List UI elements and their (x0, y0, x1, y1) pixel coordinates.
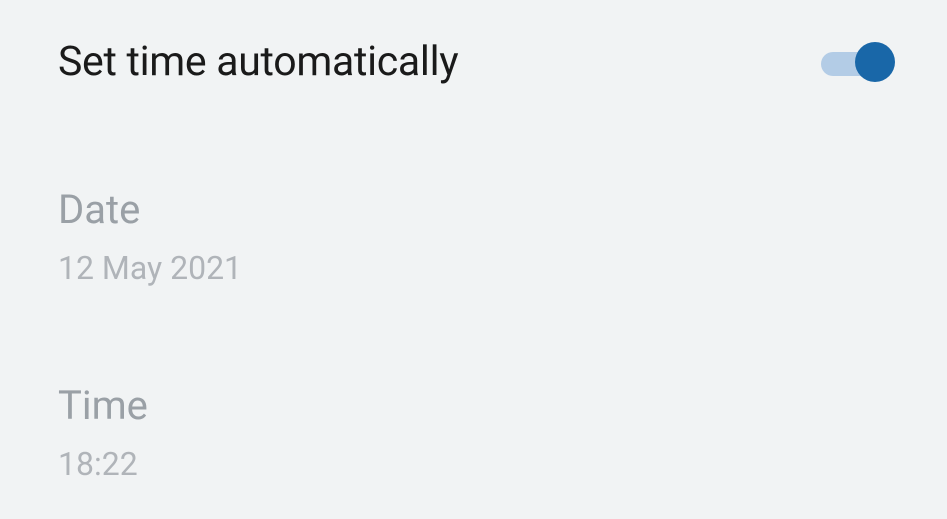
set-time-automatically-row[interactable]: Set time automatically (58, 38, 889, 86)
date-setting-row[interactable]: Date 12 May 2021 (58, 186, 889, 287)
time-value: 18:22 (58, 445, 889, 483)
set-time-automatically-toggle[interactable] (821, 46, 889, 78)
set-time-automatically-label: Set time automatically (58, 38, 458, 86)
toggle-thumb (855, 42, 895, 82)
date-label: Date (58, 186, 889, 233)
time-setting-row[interactable]: Time 18:22 (58, 382, 889, 483)
date-value: 12 May 2021 (58, 249, 889, 287)
time-label: Time (58, 382, 889, 429)
